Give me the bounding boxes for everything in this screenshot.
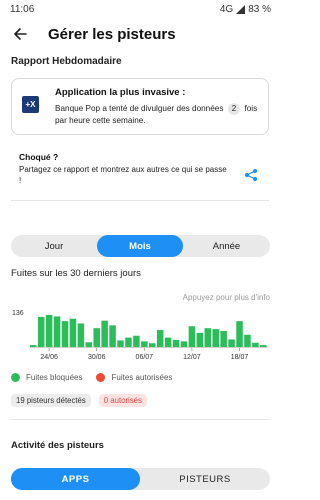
chart-bar — [69, 318, 77, 347]
chart-bar — [133, 335, 140, 347]
arrow-left-icon — [13, 27, 27, 46]
app-logo: +X — [22, 96, 39, 113]
tab-year[interactable]: Année — [183, 235, 270, 257]
leaks-bar-chart[interactable]: 24/06 30/06 06/07 12/07 18/07 136 — [0, 300, 281, 362]
chart-bar — [77, 323, 85, 347]
y-tick-label: 136 — [12, 310, 24, 317]
status-indicators: 4G 83 % — [220, 4, 271, 15]
blocked-dot-icon — [11, 373, 20, 382]
chart-bar — [109, 325, 116, 347]
chart-bar — [172, 339, 180, 347]
chart-bar — [156, 330, 164, 347]
x-tick-label: 24/06 — [40, 354, 58, 361]
tab-day[interactable]: Jour — [11, 235, 97, 257]
chart-bar — [252, 342, 259, 347]
card-text: Banque Pop a tenté de divulguer des donn… — [55, 103, 265, 127]
chart-bar — [117, 340, 124, 347]
share-button[interactable] — [241, 167, 261, 187]
x-tick-label: 06/07 — [136, 354, 154, 361]
chart-bar — [212, 329, 219, 347]
x-tick-label: 12/07 — [183, 354, 201, 361]
chart-bar — [141, 341, 148, 347]
tab-trackers[interactable]: PISTEURS — [140, 468, 270, 490]
leaks-title: Fuites sur les 30 derniers jours — [11, 268, 141, 279]
divider — [11, 200, 269, 201]
divider — [11, 419, 269, 420]
share-title: Choqué ? — [19, 152, 59, 162]
detected-badge: 19 pisteurs détectés — [11, 394, 91, 407]
chart-bar — [45, 315, 53, 347]
legend-blocked: Fuites bloquées — [11, 373, 82, 382]
chart-bar — [188, 326, 196, 347]
chart-bar — [260, 345, 267, 347]
legend-allowed: Fuites autorisées — [96, 373, 172, 382]
app-header: Gérer les pisteurs — [0, 22, 281, 50]
chart-legend: Fuites bloquées Fuites autorisées — [11, 373, 186, 382]
chart-bar — [220, 331, 227, 347]
status-bar: 11:06 4G 83 % — [0, 0, 281, 18]
card-heading: Application la plus invasive : — [55, 87, 186, 98]
back-button[interactable] — [8, 24, 32, 48]
chart-bar — [244, 334, 251, 347]
chart-bar — [228, 339, 235, 347]
chart-bar — [61, 321, 69, 347]
chart-bar — [196, 332, 204, 347]
tab-apps[interactable]: APPS — [11, 468, 140, 490]
chart-bar — [164, 337, 172, 347]
tracker-badges: 19 pisteurs détectés 0 autorisés — [11, 394, 147, 407]
share-icon — [244, 168, 258, 187]
chart-bar — [125, 337, 132, 347]
network-label: 4G — [219, 4, 234, 15]
period-toggle: Jour Mois Année — [11, 235, 270, 257]
weekly-report-title: Rapport Hebdomadaire — [11, 56, 122, 67]
leak-count-badge: 2 — [227, 103, 241, 115]
battery-label: 83 % — [248, 4, 271, 15]
chart-bar — [93, 328, 100, 347]
chart-bar — [101, 320, 108, 347]
activity-title: Activité des pisteurs — [11, 440, 104, 451]
x-tick-label: 30/06 — [88, 354, 106, 361]
status-time: 11:06 — [10, 4, 35, 15]
page-title: Gérer les pisteurs — [48, 26, 176, 43]
invasive-app-card[interactable]: +X Application la plus invasive : Banque… — [11, 78, 269, 135]
chart-bar — [180, 341, 188, 347]
card-text-before: Banque Pop a tenté de divulguer des donn… — [55, 104, 224, 113]
signal-icon — [236, 5, 246, 14]
chart-bar — [149, 343, 156, 347]
allowed-dot-icon — [96, 373, 106, 382]
legend-blocked-label: Fuites bloquées — [26, 373, 83, 382]
legend-allowed-label: Fuites autorisées — [111, 373, 173, 382]
chart-bar — [85, 342, 93, 347]
chart-bar — [37, 316, 45, 347]
chart-bar — [204, 328, 212, 347]
authorized-badge: 0 autorisés — [98, 394, 147, 407]
x-tick-label: 18/07 — [231, 354, 249, 361]
chart-bar — [53, 316, 61, 347]
tracker-toggle: APPS PISTEURS — [11, 468, 270, 490]
tab-month[interactable]: Mois — [97, 235, 183, 257]
share-text: Partagez ce rapport et montrez aux autre… — [19, 165, 227, 185]
chart-bar — [30, 345, 37, 347]
chart-bar — [236, 321, 243, 347]
